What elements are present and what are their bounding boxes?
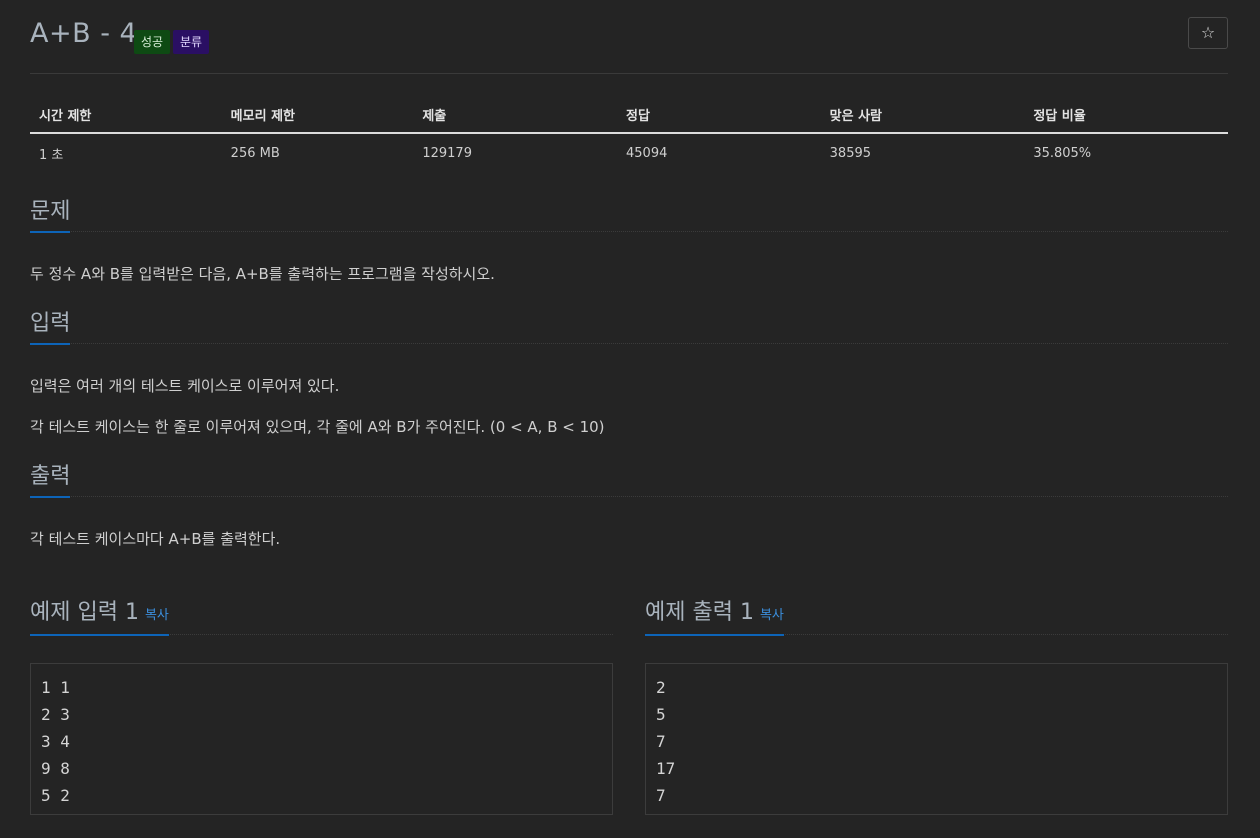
- output-heading-bar: 출력: [30, 461, 1228, 498]
- input-description-line: 각 테스트 케이스는 한 줄로 이루어져 있으며, 각 줄에 A와 B가 주어진…: [30, 418, 605, 436]
- output-section: 출력 각 테스트 케이스마다 A+B를 출력한다.: [30, 461, 1228, 549]
- info-submissions: 129179: [422, 146, 472, 161]
- info-value-row: 1 초 256 MB 129179 45094 38595 35.805%: [30, 133, 1228, 173]
- samples: 예제 입력 1 복사 1 1 2 3 3 4 9 8 5 2 예제 출력 1 복사 …: [30, 596, 1228, 818]
- sample-input-panel: 예제 입력 1 복사 1 1 2 3 3 4 9 8 5 2: [30, 596, 613, 815]
- info-header-submissions: 제출: [413, 96, 617, 134]
- success-badge[interactable]: 성공: [134, 30, 171, 54]
- sample-input-heading-bar: 예제 입력 1 복사: [30, 596, 613, 636]
- problem-description: 두 정수 A와 B를 입력받은 다음, A+B를 출력하는 프로그램을 작성하시…: [30, 265, 495, 283]
- output-heading: 출력: [30, 461, 71, 498]
- problem-section: 문제 두 정수 A와 B를 입력받은 다음, A+B를 출력하는 프로그램을 작…: [30, 196, 1228, 284]
- category-badge[interactable]: 분류: [173, 30, 210, 54]
- problem-info-table: 시간 제한 메모리 제한 제출 정답 맞은 사람 정답 비율 1 초 256 M…: [30, 96, 1228, 173]
- info-header-time-limit: 시간 제한: [30, 96, 222, 134]
- problem-heading-bar: 문제: [30, 196, 1228, 233]
- input-description-line: 입력은 여러 개의 테스트 케이스로 이루어져 있다.: [30, 377, 340, 395]
- info-time-limit: 1 초: [39, 148, 64, 163]
- sample-input-data[interactable]: 1 1 2 3 3 4 9 8 5 2: [30, 663, 613, 815]
- page-title: A+B - 4: [30, 18, 138, 49]
- input-section: 입력 입력은 여러 개의 테스트 케이스로 이루어져 있다. 각 테스트 케이스…: [30, 308, 1228, 437]
- title-row: A+B - 4 성공 분류 ☆: [30, 0, 1228, 74]
- copy-sample-output-link[interactable]: 복사: [760, 608, 784, 623]
- info-header-memory-limit: 메모리 제한: [221, 96, 414, 134]
- info-memory-limit: 256 MB: [230, 146, 280, 161]
- info-header-solved-users: 맞은 사람: [820, 96, 1025, 134]
- info-header-accept-ratio: 정답 비율: [1024, 96, 1228, 134]
- star-button[interactable]: ☆: [1188, 17, 1228, 49]
- sample-output-heading: 예제 출력 1 복사: [645, 596, 784, 636]
- sample-output-title: 예제 출력 1: [645, 600, 754, 625]
- copy-sample-input-link[interactable]: 복사: [145, 608, 169, 623]
- sample-output-heading-bar: 예제 출력 1 복사: [645, 596, 1228, 636]
- info-header-accepted: 정답: [617, 96, 821, 134]
- info-accepted: 45094: [626, 146, 668, 161]
- sample-output-data[interactable]: 2 5 7 17 7: [645, 663, 1228, 815]
- info-accept-ratio: 35.805%: [1033, 146, 1092, 161]
- info-solved-users: 38595: [829, 146, 872, 161]
- star-icon: ☆: [1200, 23, 1216, 42]
- input-heading: 입력: [30, 308, 71, 345]
- input-heading-bar: 입력: [30, 308, 1228, 345]
- sample-output-panel: 예제 출력 1 복사 2 5 7 17 7: [645, 596, 1228, 815]
- sample-input-title: 예제 입력 1: [30, 600, 139, 625]
- problem-heading: 문제: [30, 196, 71, 233]
- output-description: 각 테스트 케이스마다 A+B를 출력한다.: [30, 530, 281, 548]
- info-header-row: 시간 제한 메모리 제한 제출 정답 맞은 사람 정답 비율: [30, 96, 1228, 134]
- sample-input-heading: 예제 입력 1 복사: [30, 596, 169, 636]
